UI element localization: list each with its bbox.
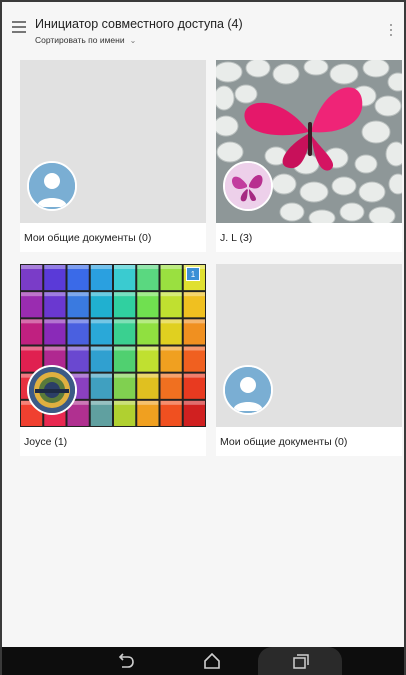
sort-dropdown[interactable]: Сортировать по имени ⌄ [35,35,136,45]
app-screen: Инициатор совместного доступа (4) Сортир… [0,0,406,675]
app-header: Инициатор совместного доступа (4) Сортир… [2,2,404,52]
sort-label: Сортировать по имени [35,35,125,45]
share-caption: Joyce (1) [24,436,68,448]
share-caption: Мои общие документы (0) [24,232,152,244]
recent-apps-icon[interactable] [258,647,342,675]
back-icon[interactable] [108,647,144,675]
default-user-icon [27,161,77,211]
default-user-icon [223,365,273,415]
share-card[interactable]: J. L (3) [216,60,402,252]
share-card[interactable]: Мои общие документы (0) [216,264,402,456]
chevron-down-icon: ⌄ [129,36,137,45]
butterfly-avatar [223,161,273,211]
share-caption: J. L (3) [220,232,253,244]
user-photo-avatar [27,365,77,415]
page-title: Инициатор совместного доступа (4) [35,17,243,31]
new-items-badge: 1 [186,267,200,281]
navigation-bar [2,647,404,675]
home-icon[interactable] [194,647,230,675]
hamburger-icon[interactable] [12,21,26,35]
share-caption: Мои общие документы (0) [220,436,348,448]
more-vertical-icon[interactable] [388,24,394,40]
share-card[interactable]: 1 Joyce (1) [20,264,206,456]
share-card[interactable]: Мои общие документы (0) [20,60,206,252]
